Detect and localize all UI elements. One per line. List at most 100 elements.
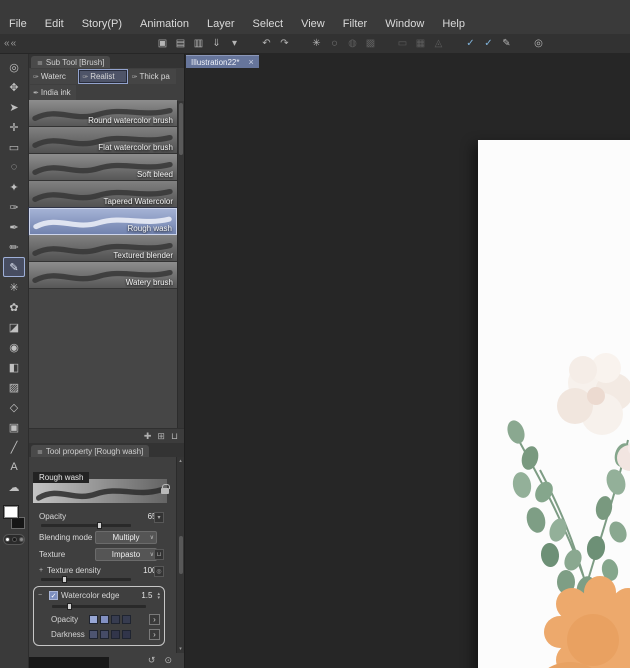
new-subtool-icon[interactable]: ✚ <box>144 431 152 442</box>
wc-opacity-detail-icon[interactable]: › <box>149 614 160 625</box>
delete-subtool-icon[interactable]: ⊔ <box>171 431 178 442</box>
slider-thumb[interactable] <box>97 522 103 529</box>
tool-gradient-icon[interactable]: ▨ <box>3 377 25 397</box>
tool-pencil-icon[interactable]: ✏ <box>3 237 25 257</box>
tool-marquee-select-icon[interactable]: ▭ <box>3 137 25 157</box>
wc-opacity-swatch[interactable] <box>122 615 131 624</box>
tool-ruler-icon[interactable]: ╱ <box>3 437 25 457</box>
mesh-transform-icon[interactable]: ▦ <box>414 38 427 49</box>
tab-india-ink[interactable]: ✒ India ink <box>30 85 76 100</box>
scrollbar-thumb[interactable] <box>178 536 183 574</box>
scrollbar-thumb[interactable] <box>179 103 183 155</box>
tool-blend-icon[interactable]: ◉ <box>3 337 25 357</box>
wc-darkness-swatch[interactable] <box>89 630 98 639</box>
wc-opacity-swatch[interactable] <box>89 615 98 624</box>
brush-row-watery-brush[interactable]: Watery brush <box>29 262 177 289</box>
reset-to-default-icon[interactable]: ↺ <box>148 655 156 666</box>
open-file-icon[interactable]: ▥ <box>192 38 205 49</box>
tool-frame-border-icon[interactable]: ▣ <box>3 417 25 437</box>
selection-launcher-icon[interactable]: ▩ <box>364 38 377 49</box>
tab-thick-paint[interactable]: ✑ Thick pa <box>128 69 176 84</box>
tool-eraser-icon[interactable]: ◪ <box>3 317 25 337</box>
opacity-slider[interactable] <box>41 522 131 529</box>
menu-item-filter[interactable]: Filter <box>334 16 376 32</box>
wc-darkness-swatch[interactable] <box>111 630 120 639</box>
menu-item-edit[interactable]: Edit <box>36 16 73 32</box>
tab-realistic[interactable]: ✑ Realist <box>78 69 128 84</box>
collapsed-panel-bar[interactable] <box>29 657 109 668</box>
wc-opacity-swatch[interactable] <box>111 615 120 624</box>
spin-down-icon[interactable]: ▾ <box>157 595 160 600</box>
tool-move-icon[interactable]: ✥ <box>3 77 25 97</box>
menu-item-animation[interactable]: Animation <box>131 16 198 32</box>
collapse-left-icon[interactable]: « <box>4 38 10 49</box>
menu-item-help[interactable]: Help <box>433 16 474 32</box>
transparent-color-dot[interactable] <box>18 537 24 542</box>
sub-color-dot[interactable] <box>11 537 17 542</box>
brush-row-textured-blender[interactable]: Textured blender <box>29 235 177 262</box>
texture-density-slider[interactable] <box>41 576 131 583</box>
wc-opacity-swatch[interactable] <box>100 615 109 624</box>
sub-tool-scrollbar[interactable] <box>177 101 184 428</box>
menu-item-file[interactable]: File <box>0 16 36 32</box>
tool-brush-icon[interactable]: ✎ <box>3 257 25 277</box>
color-mode-pill[interactable] <box>3 534 25 545</box>
clear-selection-icon[interactable]: ✳ <box>310 38 323 49</box>
collapse-right-icon[interactable]: « <box>11 38 17 49</box>
tool-airbrush-icon[interactable]: ✳ <box>3 277 25 297</box>
start-screen-icon[interactable]: ▣ <box>156 38 169 49</box>
tool-property-title-tab[interactable]: ≣ Tool property [Rough wash] <box>31 445 150 457</box>
tool-layer-move-icon[interactable]: ✛ <box>3 117 25 137</box>
save-file-icon[interactable]: ⇓ <box>210 38 223 49</box>
canvas-page[interactable] <box>478 140 630 668</box>
menu-item-view[interactable]: View <box>292 16 334 32</box>
slider-thumb[interactable] <box>66 603 72 610</box>
tool-balloon-icon[interactable]: ☁ <box>3 477 25 497</box>
brush-row-soft-bleed[interactable]: Soft bleed <box>29 154 177 181</box>
menu-item-layer[interactable]: Layer <box>198 16 244 32</box>
main-color-dot[interactable] <box>4 537 10 542</box>
scale-rotate-icon[interactable]: ▭ <box>396 38 409 49</box>
texture-density-link-icon[interactable]: ◎ <box>154 566 164 577</box>
brush-row-rough-wash[interactable]: Rough wash <box>28 207 178 236</box>
tab-watercolor[interactable]: ✑ Waterc <box>30 69 78 84</box>
snap-to-ruler-icon[interactable]: ✓ <box>464 38 477 49</box>
close-icon[interactable]: × <box>248 57 253 67</box>
watercolor-edge-checkbox[interactable]: ✓ <box>49 591 58 600</box>
tool-pen-icon[interactable]: ✒ <box>3 217 25 237</box>
snap-to-special-ruler-icon[interactable]: ✓ <box>482 38 495 49</box>
slider-thumb[interactable] <box>62 576 68 583</box>
menu-item-story[interactable]: Story(P) <box>73 16 131 32</box>
brush-row-round-watercolor[interactable]: Round watercolor brush <box>29 100 177 127</box>
pen-pressure-icon[interactable]: ✎ <box>500 38 513 49</box>
tool-property-header[interactable]: ≣ Tool property [Rough wash] <box>29 443 184 457</box>
opacity-indicator-toggle-icon[interactable]: ▾ <box>154 512 164 523</box>
tool-property-scrollbar[interactable]: ▴ ▾ <box>176 457 184 653</box>
tool-lasso-select-icon[interactable]: ◌ <box>3 157 25 177</box>
liquify-icon[interactable]: ◬ <box>432 38 445 49</box>
sub-tool-panel-header[interactable]: ≣ Sub Tool [Brush] <box>29 54 184 68</box>
duplicate-subtool-icon[interactable]: ⊞ <box>157 431 165 442</box>
watercolor-edge-value[interactable]: 1.5 <box>141 591 152 600</box>
panel-menu-icon[interactable]: ≣ <box>37 59 43 67</box>
brush-row-flat-watercolor[interactable]: Flat watercolor brush <box>29 127 177 154</box>
menu-item-select[interactable]: Select <box>244 16 293 32</box>
tool-auto-select-icon[interactable]: ✦ <box>3 177 25 197</box>
tool-operation-icon[interactable]: ➤ <box>3 97 25 117</box>
deselect-icon[interactable]: ◌ <box>328 38 341 49</box>
tool-figure-icon[interactable]: ◇ <box>3 397 25 417</box>
undo-icon[interactable]: ↶ <box>260 38 273 49</box>
tool-fill-icon[interactable]: ◧ <box>3 357 25 377</box>
texture-dropdown[interactable]: Impasto ∨ <box>95 548 157 561</box>
watercolor-edge-slider[interactable] <box>52 603 156 610</box>
delete-texture-icon[interactable]: ⊔ <box>154 549 164 560</box>
tool-eyedropper-icon[interactable]: ✑ <box>3 197 25 217</box>
quick-access-icon[interactable]: ◎ <box>532 38 545 49</box>
menu-item-window[interactable]: Window <box>376 16 433 32</box>
collapse-icon[interactable]: − <box>38 592 46 599</box>
register-settings-icon[interactable]: ⊙ <box>164 655 172 666</box>
scroll-up-icon[interactable]: ▴ <box>179 458 182 464</box>
main-color-swatch[interactable] <box>3 505 19 519</box>
new-canvas-icon[interactable]: ▤ <box>174 38 187 49</box>
save-more-icon[interactable]: ▾ <box>228 38 241 49</box>
